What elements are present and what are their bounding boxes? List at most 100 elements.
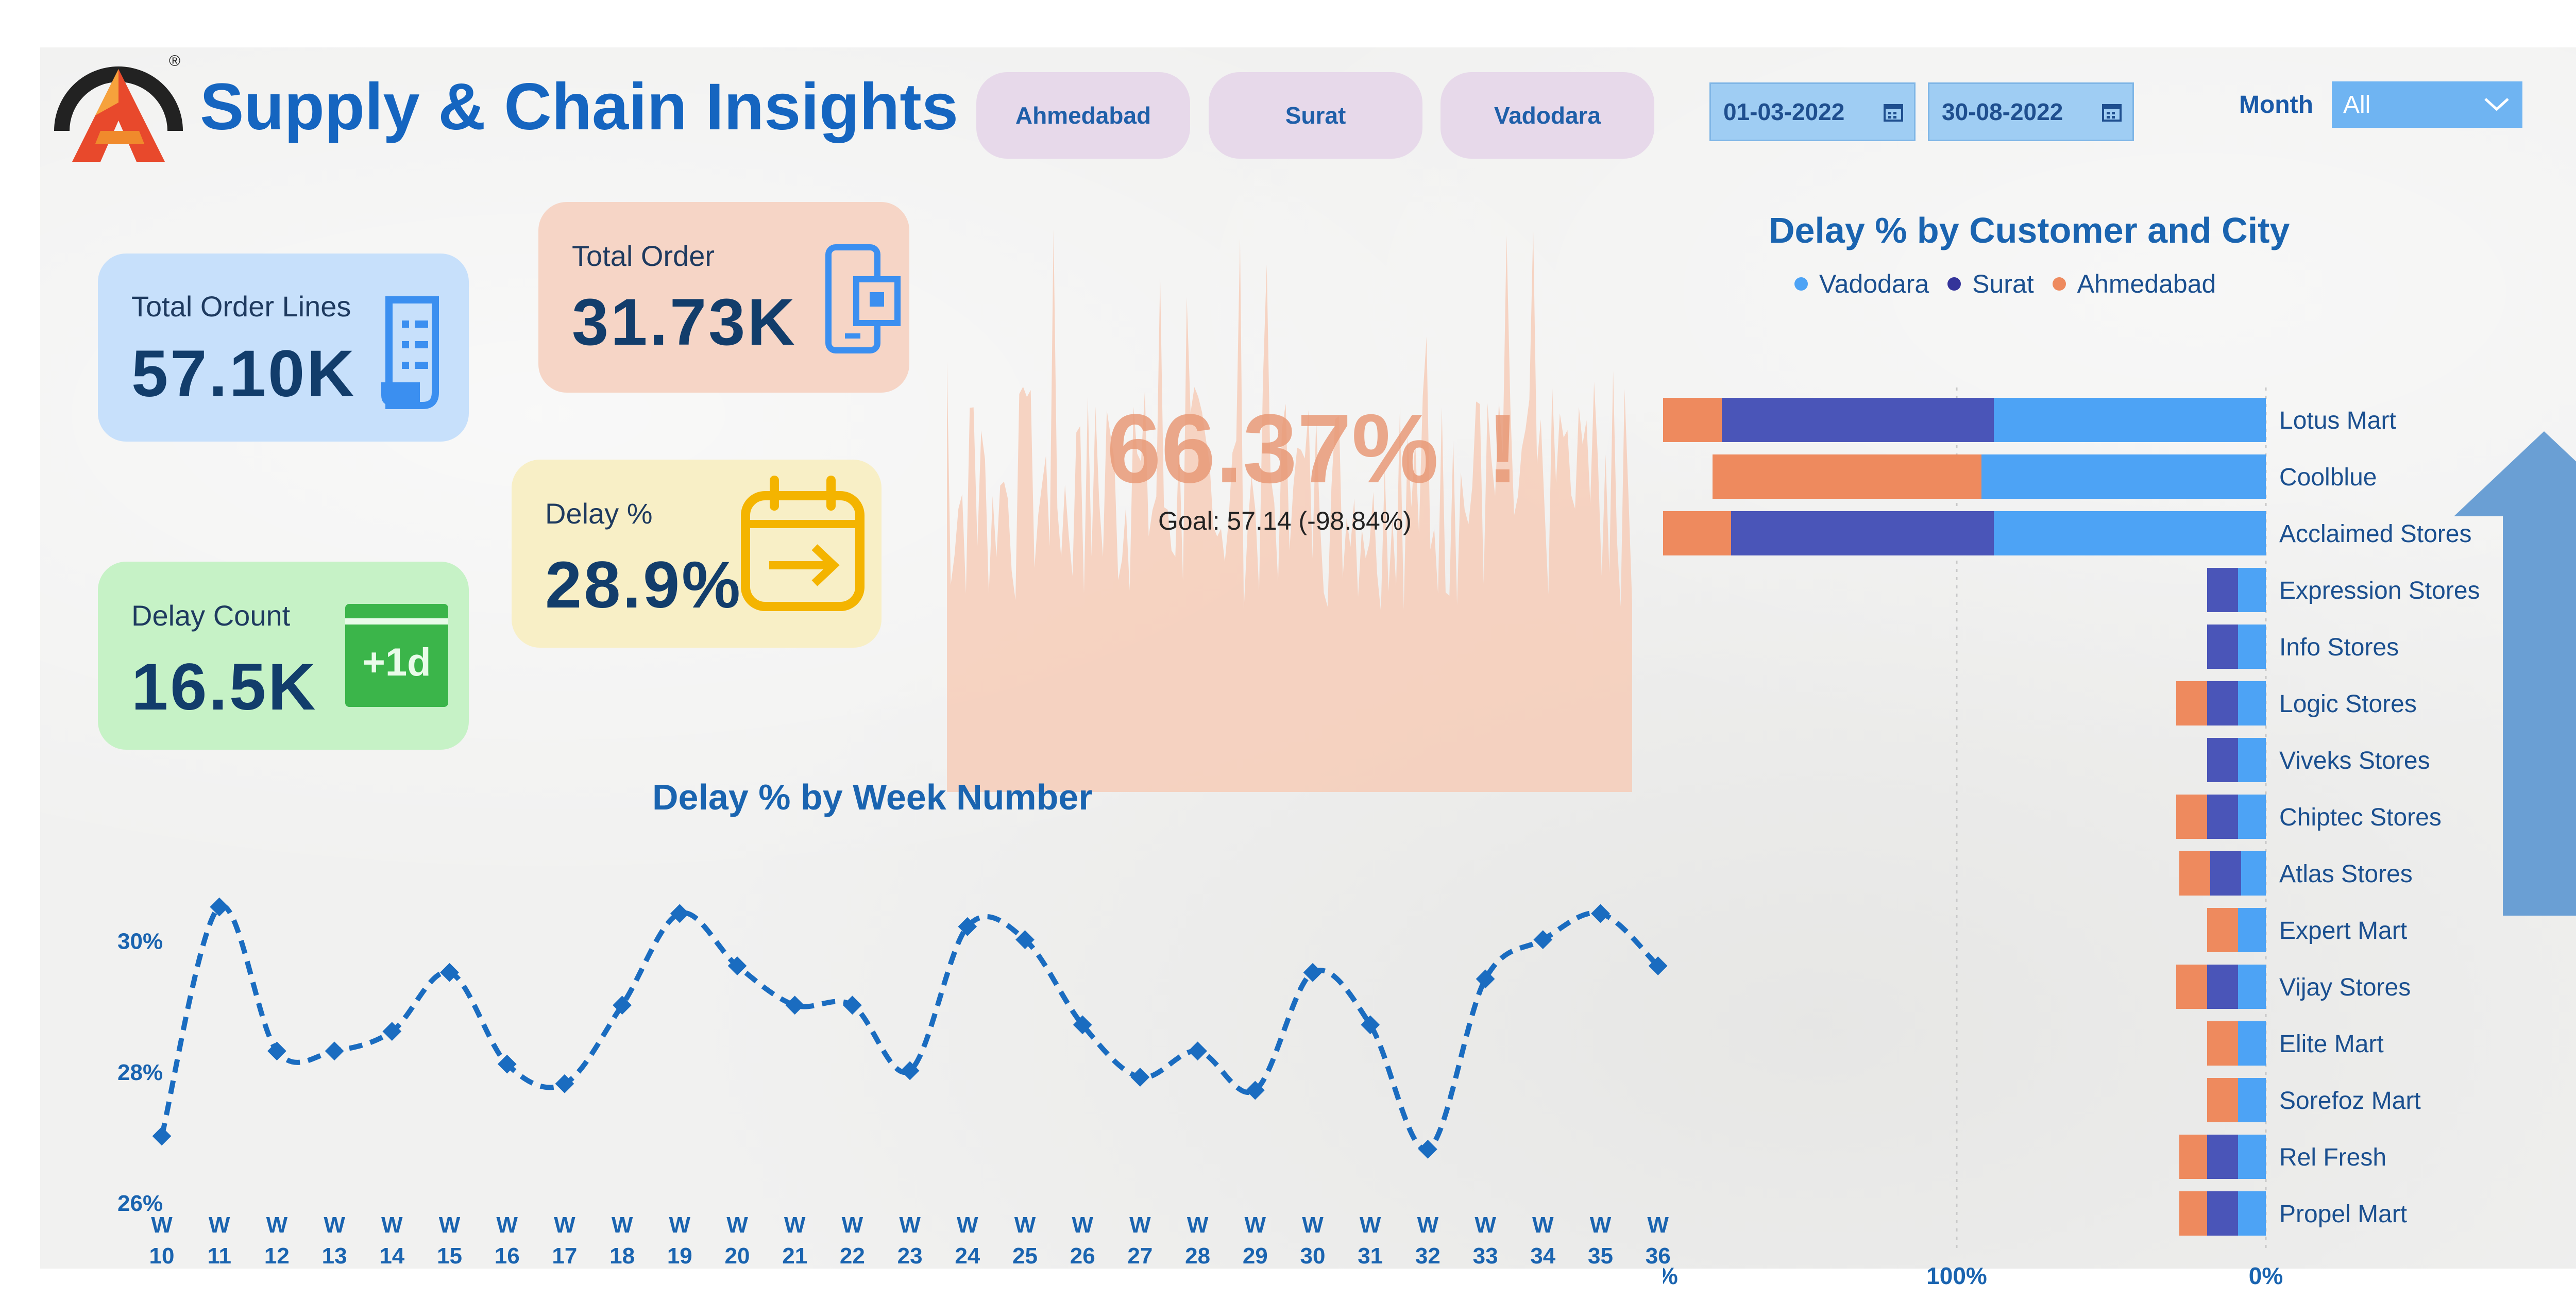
line-point[interactable] xyxy=(1418,1139,1437,1159)
x-tick-label-bottom: 16 xyxy=(495,1243,520,1269)
city-filter-surat[interactable]: Surat xyxy=(1209,72,1422,159)
line-point[interactable] xyxy=(1591,904,1610,923)
line-point[interactable] xyxy=(785,996,805,1015)
bar-segment-ahmedabad[interactable] xyxy=(1663,511,1731,555)
x-tick-label-top: W xyxy=(1590,1212,1612,1238)
legend-label-ahmedabad: Ahmedabad xyxy=(2077,269,2216,298)
date-to-input[interactable]: 30-08-2022 xyxy=(1928,82,2134,141)
bar-segment-ahmedabad[interactable] xyxy=(2207,1078,2238,1122)
bar-segment-ahmedabad[interactable] xyxy=(2176,795,2207,839)
kpi-delay-count-value: 16.5K xyxy=(131,650,318,724)
bar-segment-vadodara[interactable] xyxy=(1981,454,2266,499)
x-tick-label-bottom: 14 xyxy=(379,1243,404,1269)
line-point[interactable] xyxy=(843,996,862,1015)
bar-segment-surat[interactable] xyxy=(2207,1191,2238,1236)
bar-segment-ahmedabad[interactable] xyxy=(1663,398,1722,442)
line-point[interactable] xyxy=(1188,1041,1207,1061)
bar-segment-surat[interactable] xyxy=(2207,795,2238,839)
legend-label-surat: Surat xyxy=(1972,269,2034,298)
logo-icon xyxy=(54,66,183,162)
document-icon xyxy=(381,296,439,409)
x-tick-label-bottom: 31 xyxy=(1358,1243,1383,1269)
category-label: Logic Stores xyxy=(2279,690,2417,718)
gauge-value-number: 66.37% xyxy=(1107,394,1439,503)
bar-segment-vadodara[interactable] xyxy=(2238,965,2266,1009)
x-tick-label-top: W xyxy=(1187,1212,1209,1238)
kpi-delay-pct-value: 28.9% xyxy=(545,548,742,622)
bar-segment-vadodara[interactable] xyxy=(2238,625,2266,669)
bar-segment-surat[interactable] xyxy=(1731,511,1994,555)
bar-segment-vadodara[interactable] xyxy=(2238,738,2266,782)
bar-segment-vadodara[interactable] xyxy=(2238,1135,2266,1179)
bar-segment-ahmedabad[interactable] xyxy=(1713,454,1981,499)
delay-calendar-icon-text: +1d xyxy=(362,640,431,684)
category-label: Viveks Stores xyxy=(2279,747,2430,774)
category-label: Elite Mart xyxy=(2279,1031,2384,1058)
bar-segment-ahmedabad[interactable] xyxy=(2179,851,2210,896)
page-title: Supply & Chain Insights xyxy=(200,70,959,144)
x-tick-label-top: W xyxy=(1014,1212,1036,1238)
bar-segment-vadodara[interactable] xyxy=(2241,851,2266,896)
x-tick-label-top: W xyxy=(957,1212,978,1238)
bar-segment-vadodara[interactable] xyxy=(2238,1191,2266,1236)
x-tick-label-top: W xyxy=(1129,1212,1151,1238)
x-tick-label: 100% xyxy=(1926,1262,1987,1289)
dashboard-canvas: ® Supply & Chain Insights Ahmedabad Sura… xyxy=(40,47,2576,1289)
x-tick-label-top: W xyxy=(151,1212,173,1238)
line-point[interactable] xyxy=(267,1041,286,1061)
bar-segment-ahmedabad[interactable] xyxy=(2176,965,2207,1009)
calendar-reschedule-icon xyxy=(741,476,865,611)
bar-segment-surat[interactable] xyxy=(2207,568,2238,612)
x-tick-label-bottom: 20 xyxy=(725,1243,750,1269)
bar-segment-vadodara[interactable] xyxy=(1994,511,2266,555)
bar-segment-ahmedabad[interactable] xyxy=(2179,1135,2207,1179)
x-tick-label-top: W xyxy=(842,1212,863,1238)
x-tick-label-bottom: 10 xyxy=(149,1243,175,1269)
bar-segment-surat[interactable] xyxy=(2207,965,2238,1009)
x-tick-label-bottom: 19 xyxy=(667,1243,692,1269)
bar-segment-vadodara[interactable] xyxy=(2238,1021,2266,1066)
x-tick-label-bottom: 26 xyxy=(1070,1243,1095,1269)
line-point[interactable] xyxy=(152,1126,172,1146)
x-tick-label-top: W xyxy=(612,1212,633,1238)
month-dropdown-value: All xyxy=(2343,91,2371,119)
x-tick-label-top: W xyxy=(1532,1212,1554,1238)
bar-segment-vadodara[interactable] xyxy=(2238,568,2266,612)
x-tick-label-top: W xyxy=(899,1212,921,1238)
x-tick-label-bottom: 23 xyxy=(897,1243,923,1269)
bar-segment-ahmedabad[interactable] xyxy=(2179,1191,2207,1236)
city-filter-vadodara[interactable]: Vadodara xyxy=(1440,72,1654,159)
bar-segment-ahmedabad[interactable] xyxy=(2207,1021,2238,1066)
line-point[interactable] xyxy=(1130,1068,1150,1087)
bar-segment-vadodara[interactable] xyxy=(2238,908,2266,952)
kpi-total-order-lines-card: Total Order Lines 57.10K xyxy=(98,254,469,442)
x-tick-label-bottom: 18 xyxy=(609,1243,635,1269)
bar-segment-surat[interactable] xyxy=(2210,851,2241,896)
chevron-down-icon xyxy=(2484,98,2509,111)
line-point[interactable] xyxy=(325,1041,344,1061)
gauge-goal: Goal: 57.14 (-98.84%) xyxy=(1158,507,1412,535)
bar-segment-ahmedabad[interactable] xyxy=(2176,681,2207,726)
gauge-alert-mark: ! xyxy=(1486,394,1519,503)
x-tick-label-top: W xyxy=(1417,1212,1439,1238)
bar-segment-surat[interactable] xyxy=(2207,738,2238,782)
category-label: Sorefoz Mart xyxy=(2279,1087,2421,1115)
bar-segment-surat[interactable] xyxy=(2207,625,2238,669)
x-tick-label-bottom: 11 xyxy=(207,1243,231,1269)
month-dropdown[interactable]: All xyxy=(2332,81,2522,128)
city-filter-ahmedabad[interactable]: Ahmedabad xyxy=(976,72,1190,159)
bar-segment-surat[interactable] xyxy=(2207,1135,2238,1179)
category-label: Propel Mart xyxy=(2279,1201,2407,1228)
bar-segment-vadodara[interactable] xyxy=(2238,1078,2266,1122)
bar-segment-vadodara[interactable] xyxy=(2238,795,2266,839)
bar-segment-surat[interactable] xyxy=(1722,398,1994,442)
category-label: Info Stores xyxy=(2279,634,2399,661)
bar-segment-surat[interactable] xyxy=(2207,681,2238,726)
bar-segment-vadodara[interactable] xyxy=(2238,681,2266,726)
bar-segment-vadodara[interactable] xyxy=(1994,398,2266,442)
bar-segment-ahmedabad[interactable] xyxy=(2207,908,2238,952)
x-tick-label-top: W xyxy=(496,1212,518,1238)
delay-gauge-visual: 66.37% ! Goal: 57.14 (-98.84%) xyxy=(947,176,1632,800)
calendar-icon xyxy=(1884,104,1903,122)
date-from-input[interactable]: 01-03-2022 xyxy=(1709,82,1916,141)
